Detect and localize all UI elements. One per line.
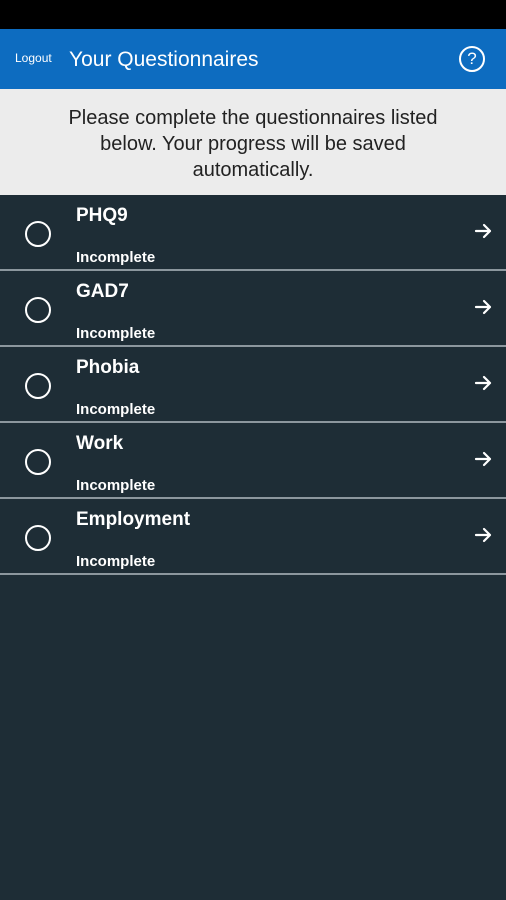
radio-unchecked-icon[interactable] xyxy=(25,221,51,247)
questionnaire-status: Incomplete xyxy=(76,477,156,494)
questionnaire-title: Work xyxy=(76,433,124,454)
questionnaire-row-phq9[interactable]: PHQ9 Incomplete xyxy=(0,195,506,271)
questionnaire-row-work[interactable]: Work Incomplete xyxy=(0,423,506,499)
instructions-banner: Please complete the questionnaires liste… xyxy=(0,89,506,195)
questionnaire-title: Phobia xyxy=(76,357,140,378)
questionnaire-row-gad7[interactable]: GAD7 Incomplete xyxy=(0,271,506,347)
instructions-text: Please complete the questionnaires liste… xyxy=(68,107,438,181)
questionnaire-status: Incomplete xyxy=(76,401,156,418)
questionnaire-row-employment[interactable]: Employment Incomplete xyxy=(0,499,506,575)
questionnaire-list: PHQ9 Incomplete GAD7 Incomplete Phobia I… xyxy=(0,195,506,575)
radio-unchecked-icon[interactable] xyxy=(25,525,51,551)
arrow-right-icon[interactable] xyxy=(472,523,496,547)
arrow-right-icon[interactable] xyxy=(472,447,496,471)
questionnaire-row-phobia[interactable]: Phobia Incomplete xyxy=(0,347,506,423)
help-icon[interactable]: ? xyxy=(459,46,485,72)
questionnaire-title: GAD7 xyxy=(76,281,129,302)
questionnaire-title: Employment xyxy=(76,509,191,530)
radio-unchecked-icon[interactable] xyxy=(25,373,51,399)
questionnaire-status: Incomplete xyxy=(76,325,156,342)
arrow-right-icon[interactable] xyxy=(472,219,496,243)
questionnaire-status: Incomplete xyxy=(76,249,156,266)
page-title: Your Questionnaires xyxy=(69,48,259,71)
arrow-right-icon[interactable] xyxy=(472,295,496,319)
questionnaire-title: PHQ9 xyxy=(76,205,128,226)
radio-unchecked-icon[interactable] xyxy=(25,297,51,323)
questionnaire-status: Incomplete xyxy=(76,553,156,570)
status-bar xyxy=(0,0,506,29)
app-bar: Logout Your Questionnaires ? xyxy=(0,29,506,89)
radio-unchecked-icon[interactable] xyxy=(25,449,51,475)
logout-button[interactable]: Logout xyxy=(15,51,52,65)
arrow-right-icon[interactable] xyxy=(472,371,496,395)
